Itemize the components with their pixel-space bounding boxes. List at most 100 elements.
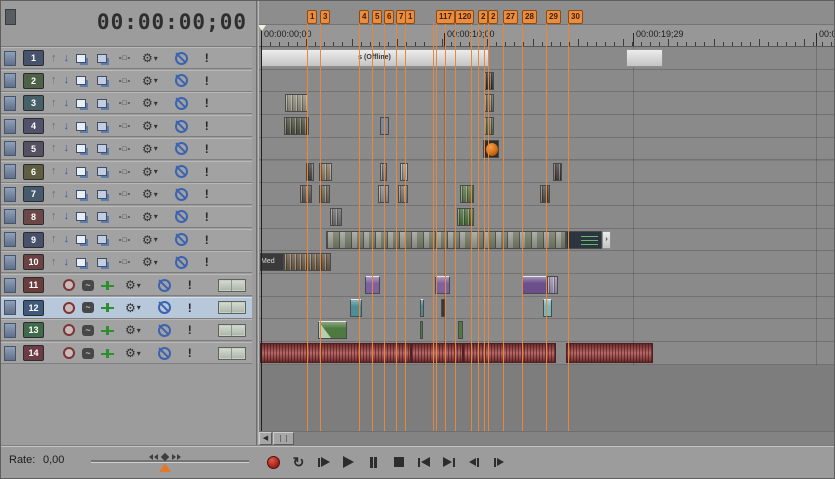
phase-invert-icon[interactable]: ~ <box>82 324 94 336</box>
track-lane-2[interactable] <box>259 69 834 93</box>
track-fx-gear-icon[interactable]: ⚙ ▾ <box>142 211 158 223</box>
track-fx-gear-icon[interactable]: ⚙ ▾ <box>142 75 158 87</box>
clip-track-8[interactable] <box>330 207 342 226</box>
track-fx-gear-icon[interactable]: ⚙ ▾ <box>142 234 158 246</box>
marker-tag[interactable]: 120 <box>455 10 475 24</box>
record-arm-icon[interactable] <box>63 347 75 360</box>
audio-fx-plug-icon[interactable] <box>101 348 114 358</box>
marker-tag[interactable]: 1 <box>307 10 318 24</box>
transport-record-button[interactable] <box>263 452 284 472</box>
composite-mode-icon[interactable] <box>97 212 107 222</box>
clip-track-3[interactable] <box>484 94 494 113</box>
audio-fx-plug-icon[interactable] <box>101 303 114 313</box>
solo-icon[interactable]: ! <box>188 323 192 337</box>
edit-cursor[interactable] <box>261 25 262 431</box>
track-number-badge[interactable]: 9 <box>23 231 44 248</box>
track-motion-icon[interactable] <box>76 53 86 63</box>
clip-track-13[interactable] <box>318 321 347 340</box>
clip-track-9[interactable] <box>566 230 602 249</box>
transport-pause-button[interactable] <box>363 452 384 472</box>
solo-icon[interactable]: ! <box>188 278 192 292</box>
transport-go-to-end-button[interactable] <box>438 452 459 472</box>
solo-icon[interactable]: ! <box>205 165 209 179</box>
record-arm-icon[interactable] <box>63 279 75 291</box>
composite-parent-icon[interactable]: ↑ <box>51 188 57 200</box>
clip-track-6[interactable] <box>553 162 562 181</box>
clip-track-13[interactable] <box>458 321 463 340</box>
transport-step-back-button[interactable] <box>463 452 484 472</box>
composite-parent-icon[interactable]: ↑ <box>51 97 57 109</box>
track-header-8[interactable]: 8 ↑ ↓ ∘□∘ ⚙ ▾! <box>1 205 252 228</box>
automation-icon[interactable]: ∘□∘ <box>118 190 131 198</box>
composite-child-icon[interactable]: ↓ <box>64 97 70 109</box>
clip-track-14[interactable] <box>566 343 653 364</box>
solo-icon[interactable]: ! <box>188 346 192 360</box>
solo-icon[interactable]: ! <box>205 233 209 247</box>
track-number-badge[interactable]: 2 <box>23 72 44 89</box>
marker-tag[interactable]: 1 <box>405 10 416 24</box>
track-motion-icon[interactable] <box>76 212 86 222</box>
phase-invert-icon[interactable]: ~ <box>82 347 94 359</box>
clip-track-4[interactable] <box>484 117 494 136</box>
clip-track-12[interactable] <box>543 298 552 317</box>
clip-track-14[interactable] <box>463 343 556 364</box>
track-number-badge[interactable]: 7 <box>23 186 44 203</box>
solo-icon[interactable]: ! <box>205 255 209 269</box>
transport-play-from-start-button[interactable] <box>313 452 334 472</box>
track-fx-gear-icon[interactable]: ⚙ ▾ <box>142 143 158 155</box>
time-ruler[interactable]: 00:00:00;0000:00:10;0000:00:19;2900:00:2 <box>259 25 834 47</box>
timeline-hscrollbar[interactable]: ◀ <box>259 431 834 445</box>
transport-play-button[interactable] <box>338 452 359 472</box>
mute-icon[interactable] <box>174 210 188 224</box>
track-fx-gear-icon[interactable]: ⚙ ▾ <box>142 188 158 200</box>
mute-icon[interactable] <box>174 51 188 65</box>
composite-mode-icon[interactable] <box>97 53 107 63</box>
clip-track-13[interactable] <box>420 321 423 340</box>
composite-child-icon[interactable]: ↓ <box>64 120 70 132</box>
track-header-2[interactable]: 2 ↑ ↓ ∘□∘ ⚙ ▾! <box>1 69 252 92</box>
marker-tag[interactable]: 4 <box>359 10 370 24</box>
composite-mode-icon[interactable] <box>97 257 107 267</box>
mute-icon[interactable] <box>174 187 188 201</box>
clip-track-10[interactable]: Med <box>260 253 284 272</box>
marker-tag[interactable]: 3 <box>320 10 331 24</box>
marker-tag[interactable]: 2 <box>478 10 489 24</box>
mute-icon[interactable] <box>174 119 188 133</box>
track-header-3[interactable]: 3 ↑ ↓ ∘□∘ ⚙ ▾! <box>1 92 252 115</box>
composite-parent-icon[interactable]: ↑ <box>51 75 57 86</box>
composite-mode-icon[interactable] <box>97 121 107 131</box>
track-number-badge[interactable]: 14 <box>23 345 44 362</box>
composite-child-icon[interactable]: ↓ <box>64 143 70 154</box>
track-header-12[interactable]: 12 ~ ⚙ ▾! <box>1 296 252 319</box>
clip-track-1[interactable] <box>626 49 663 67</box>
mute-icon[interactable] <box>174 165 188 178</box>
track-fx-gear-icon[interactable]: ⚙ ▾ <box>142 97 158 109</box>
marker-tag[interactable]: 6 <box>384 10 395 24</box>
track-header-6[interactable]: 6 ↑ ↓ ∘□∘ ⚙ ▾! <box>1 160 252 183</box>
clip-track-12[interactable] <box>350 298 362 317</box>
clip-track-7[interactable] <box>540 185 550 204</box>
solo-icon[interactable]: ! <box>205 142 209 156</box>
automation-icon[interactable]: ∘□∘ <box>118 168 131 176</box>
rate-marker-icon[interactable] <box>159 463 171 472</box>
track-motion-icon[interactable] <box>76 144 86 154</box>
transport-go-to-start-button[interactable] <box>413 452 434 472</box>
composite-mode-icon[interactable] <box>97 235 107 245</box>
track-lane-4[interactable] <box>259 115 834 138</box>
scroll-left-button[interactable]: ◀ <box>259 432 272 445</box>
composite-child-icon[interactable]: ↓ <box>64 256 70 268</box>
composite-child-icon[interactable]: ↓ <box>64 52 70 64</box>
marker-tag[interactable]: 30 <box>568 10 583 24</box>
edit-cursor-head-icon[interactable] <box>259 25 266 31</box>
solo-icon[interactable]: ! <box>188 301 192 315</box>
composite-mode-icon[interactable] <box>97 167 107 176</box>
automation-icon[interactable]: ∘□∘ <box>118 145 131 153</box>
transport-stop-button[interactable] <box>388 452 409 472</box>
track-motion-icon[interactable] <box>76 121 86 131</box>
clip-track-11[interactable] <box>547 276 558 294</box>
track-number-badge[interactable]: 13 <box>23 322 44 339</box>
automation-icon[interactable]: ∘□∘ <box>118 122 131 130</box>
automation-icon[interactable]: ∘□∘ <box>118 213 131 221</box>
composite-mode-icon[interactable] <box>97 189 107 199</box>
composite-parent-icon[interactable]: ↑ <box>51 256 57 268</box>
